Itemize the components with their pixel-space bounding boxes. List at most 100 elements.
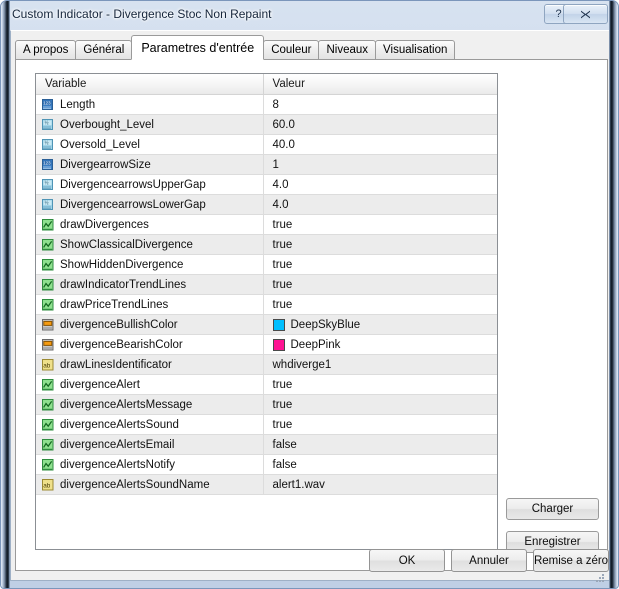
parameter-name-label: ShowHiddenDivergence xyxy=(60,258,184,271)
parameter-value-cell[interactable]: true xyxy=(264,415,498,434)
table-row[interactable]: divergenceAlertsNotify false xyxy=(36,455,497,475)
grid-header-row: Variable Valeur xyxy=(36,74,497,95)
tab-label: Niveaux xyxy=(326,44,369,56)
parameter-value-cell[interactable]: 4.0 xyxy=(264,195,498,214)
parameter-name-cell: drawIndicatorTrendLines xyxy=(36,275,264,294)
table-row[interactable]: ShowClassicalDivergence true xyxy=(36,235,497,255)
parameter-value-cell[interactable]: DeepPink xyxy=(264,335,498,354)
table-row[interactable]: divergenceBullishColor DeepSkyBlue xyxy=(36,315,497,335)
table-row[interactable]: divergenceAlert true xyxy=(36,375,497,395)
table-row[interactable]: drawDivergences true xyxy=(36,215,497,235)
tab-a-propos[interactable]: A propos xyxy=(15,40,77,60)
parameter-value-cell[interactable]: DeepSkyBlue xyxy=(264,315,498,334)
svg-text:ab: ab xyxy=(43,362,51,369)
table-row[interactable]: divergenceAlertsSound true xyxy=(36,415,497,435)
tab-parametres-d-entr-e[interactable]: Parametres d'entrée xyxy=(131,35,265,60)
table-row[interactable]: 123 DivergearrowSize 1 xyxy=(36,155,497,175)
table-row[interactable]: 123 Length 8 xyxy=(36,95,497,115)
parameter-name-label: drawPriceTrendLines xyxy=(60,298,169,311)
parameter-value-cell[interactable]: true xyxy=(264,215,498,234)
parameter-value-label: true xyxy=(272,298,293,311)
parameter-value-label: alert1.wav xyxy=(272,478,325,491)
table-row[interactable]: ab divergenceAlertsSoundName alert1.wav xyxy=(36,475,497,495)
parameter-value-cell[interactable]: 40.0 xyxy=(264,135,498,154)
tab-strip: A propos Général Parametres d'entrée Couleu… xyxy=(15,35,608,60)
parameter-name-cell: divergenceAlertsEmail xyxy=(36,435,264,454)
resize-grip-icon[interactable] xyxy=(594,572,606,584)
parameter-value-label: false xyxy=(272,458,297,471)
parameter-value-cell[interactable]: alert1.wav xyxy=(264,475,498,494)
parameter-value-cell[interactable]: true xyxy=(264,375,498,394)
table-row[interactable]: ½ DivergencearrowsUpperGap 4.0 xyxy=(36,175,497,195)
tab-niveaux[interactable]: Niveaux xyxy=(318,40,377,60)
load-button[interactable]: Charger xyxy=(506,498,599,520)
cancel-button[interactable]: Annuler xyxy=(451,549,527,572)
parameter-value-cell[interactable]: false xyxy=(264,455,498,474)
boolean-icon xyxy=(41,378,55,392)
boolean-icon xyxy=(41,398,55,412)
parameter-value-cell[interactable]: true xyxy=(264,255,498,274)
boolean-icon xyxy=(41,458,55,472)
parameter-value-cell[interactable]: 8 xyxy=(264,95,498,114)
parameter-name-label: divergenceAlertsNotify xyxy=(60,458,176,471)
tab-couleur[interactable]: Couleur xyxy=(263,40,320,60)
ok-button[interactable]: OK xyxy=(369,549,445,572)
parameter-name-label: Oversold_Level xyxy=(60,138,140,151)
question-mark-icon: ? xyxy=(555,8,562,20)
boolean-icon xyxy=(41,278,55,292)
svg-text:123: 123 xyxy=(43,160,51,165)
table-row[interactable]: ½ Oversold_Level 40.0 xyxy=(36,135,497,155)
parameter-value-cell[interactable]: false xyxy=(264,435,498,454)
tab-label: Couleur xyxy=(271,44,312,56)
parameters-grid[interactable]: Variable Valeur 123 Length 8 ½ Overbought_Le… xyxy=(35,73,498,550)
parameter-name-label: Overbought_Level xyxy=(60,118,154,131)
color-icon xyxy=(41,338,55,352)
parameter-name-label: divergenceAlertsMessage xyxy=(60,398,193,411)
parameter-name-label: DivergearrowSize xyxy=(60,158,151,171)
parameter-name-cell: divergenceAlertsMessage xyxy=(36,395,264,414)
table-row[interactable]: ab drawLinesIdentificator whdiverge1 xyxy=(36,355,497,375)
parameter-value-cell[interactable]: 60.0 xyxy=(264,115,498,134)
tab-label: Général xyxy=(83,44,125,56)
table-row[interactable]: drawIndicatorTrendLines true xyxy=(36,275,497,295)
double-icon: ½ xyxy=(41,178,55,192)
parameter-value-cell[interactable]: true xyxy=(264,235,498,254)
parameter-value-cell[interactable]: 4.0 xyxy=(264,175,498,194)
parameter-name-label: divergenceAlertsEmail xyxy=(60,438,175,451)
title-bar[interactable]: Custom Indicator - Divergence Stoc Non R… xyxy=(1,1,618,31)
reset-button[interactable]: Remise a zéro xyxy=(533,549,609,572)
table-row[interactable]: ½ DivergencearrowsLowerGap 4.0 xyxy=(36,195,497,215)
table-row[interactable]: divergenceAlertsMessage true xyxy=(36,395,497,415)
table-row[interactable]: divergenceAlertsEmail false xyxy=(36,435,497,455)
table-row[interactable]: divergenceBearishColor DeepPink xyxy=(36,335,497,355)
parameter-name-cell: ½ DivergencearrowsLowerGap xyxy=(36,195,264,214)
parameter-value-cell[interactable]: true xyxy=(264,275,498,294)
grid-body: 123 Length 8 ½ Overbought_Level 60.0 ½ Oversold… xyxy=(36,95,497,495)
parameter-value-label: true xyxy=(272,418,293,431)
parameter-value-cell[interactable]: true xyxy=(264,295,498,314)
string-icon: ab xyxy=(41,358,55,372)
close-button[interactable] xyxy=(563,4,608,24)
table-row[interactable]: ½ Overbought_Level 60.0 xyxy=(36,115,497,135)
ok-button-label: OK xyxy=(398,554,416,567)
tab-page-parametres-entree: Variable Valeur 123 Length 8 ½ Overbought_Le… xyxy=(15,59,608,571)
parameter-value-cell[interactable]: whdiverge1 xyxy=(264,355,498,374)
color-swatch xyxy=(272,338,285,351)
reset-button-label: Remise a zéro xyxy=(533,554,609,567)
parameter-name-label: divergenceAlertsSound xyxy=(60,418,179,431)
parameter-value-cell[interactable]: 1 xyxy=(264,155,498,174)
parameter-value-label: 4.0 xyxy=(272,198,289,211)
double-icon: ½ xyxy=(41,198,55,212)
parameter-name-cell: 123 DivergearrowSize xyxy=(36,155,264,174)
parameter-value-cell[interactable]: true xyxy=(264,395,498,414)
parameter-name-cell: divergenceAlertsNotify xyxy=(36,455,264,474)
table-row[interactable]: drawPriceTrendLines true xyxy=(36,295,497,315)
parameter-name-label: Length xyxy=(60,98,96,111)
dialog-client-area: A propos Général Parametres d'entrée Couleu… xyxy=(10,30,611,581)
tab-visualisation[interactable]: Visualisation xyxy=(375,40,456,60)
parameter-name-label: divergenceAlertsSoundName xyxy=(60,478,210,491)
color-swatch xyxy=(272,318,285,331)
tab-g-n-ral[interactable]: Général xyxy=(75,40,133,60)
parameter-name-cell: ShowClassicalDivergence xyxy=(36,235,264,254)
table-row[interactable]: ShowHiddenDivergence true xyxy=(36,255,497,275)
